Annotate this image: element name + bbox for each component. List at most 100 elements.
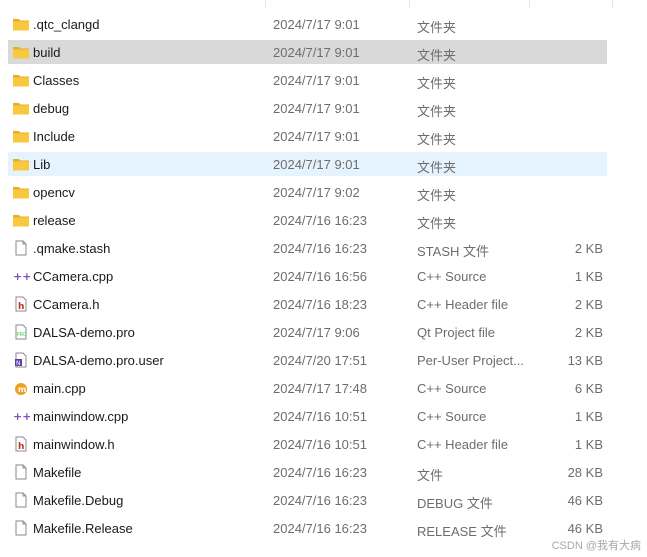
cpp-main-icon: m bbox=[12, 380, 30, 396]
user-project-icon: N bbox=[12, 352, 30, 368]
file-type: 文件夹 bbox=[417, 188, 457, 203]
file-type: C++ Header file bbox=[417, 437, 509, 452]
qt-project-icon: PRO bbox=[12, 324, 30, 340]
cpp-source-icon: ++ bbox=[12, 268, 31, 284]
file-type: 文件夹 bbox=[417, 132, 457, 147]
file-row[interactable]: PRO DALSA-demo.pro 2024/7/17 9:06 Qt Projec… bbox=[0, 320, 647, 344]
file-row[interactable]: build 2024/7/17 9:01 文件夹 bbox=[0, 40, 647, 64]
file-type: 文件 bbox=[417, 468, 444, 483]
file-date: 2024/7/16 16:23 bbox=[273, 213, 367, 228]
file-size: 13 KB bbox=[567, 353, 603, 368]
file-date: 2024/7/16 16:23 bbox=[273, 493, 367, 508]
svg-text:N: N bbox=[16, 360, 21, 367]
file-type: 文件夹 bbox=[417, 216, 457, 231]
file-row[interactable]: m main.cpp 2024/7/17 17:48 C++ Source 6 KB bbox=[0, 376, 647, 400]
file-date: 2024/7/17 9:01 bbox=[273, 157, 360, 172]
file-date: 2024/7/16 16:56 bbox=[273, 269, 367, 284]
folder-icon bbox=[12, 72, 30, 88]
file-date: 2024/7/17 17:48 bbox=[273, 381, 367, 396]
file-row[interactable]: Makefile.Release 2024/7/16 16:23 RELEASE 文… bbox=[0, 516, 647, 540]
file-name: main.cpp bbox=[33, 381, 86, 396]
file-row[interactable]: ++ CCamera.cpp 2024/7/16 16:56 C++ Source 1 … bbox=[0, 264, 647, 288]
file-date: 2024/7/17 9:01 bbox=[273, 129, 360, 144]
file-name: Lib bbox=[33, 157, 51, 172]
file-type: 文件夹 bbox=[417, 76, 457, 91]
cpp-header-icon: h bbox=[12, 436, 30, 452]
file-size: 2 KB bbox=[574, 241, 603, 256]
file-name: Include bbox=[33, 129, 75, 144]
file-date: 2024/7/17 9:01 bbox=[273, 101, 360, 116]
file-date: 2024/7/16 10:51 bbox=[273, 409, 367, 424]
file-date: 2024/7/17 9:06 bbox=[273, 325, 360, 340]
file-row[interactable]: h mainwindow.h 2024/7/16 10:51 C++ Header f… bbox=[0, 432, 647, 456]
svg-text:++: ++ bbox=[13, 410, 30, 423]
file-type: C++ Source bbox=[417, 269, 487, 284]
file-date: 2024/7/17 9:01 bbox=[273, 45, 360, 60]
file-date: 2024/7/16 16:23 bbox=[273, 521, 367, 536]
file-size: 2 KB bbox=[574, 297, 603, 312]
file-icon bbox=[12, 492, 30, 508]
file-size: 1 KB bbox=[574, 269, 603, 284]
file-type: 文件夹 bbox=[417, 20, 457, 35]
file-name: debug bbox=[33, 101, 70, 116]
cpp-source-icon: ++ bbox=[12, 408, 31, 424]
file-name: release bbox=[33, 213, 76, 228]
file-size: 6 KB bbox=[574, 381, 603, 396]
file-row[interactable]: debug 2024/7/17 9:01 文件夹 bbox=[0, 96, 647, 120]
file-name: opencv bbox=[33, 185, 75, 200]
file-type: STASH 文件 bbox=[417, 244, 489, 259]
folder-icon bbox=[12, 16, 30, 32]
svg-text:m: m bbox=[18, 385, 26, 394]
file-name: DALSA-demo.pro bbox=[33, 325, 135, 340]
file-date: 2024/7/16 16:23 bbox=[273, 465, 367, 480]
file-row[interactable]: Include 2024/7/17 9:01 文件夹 bbox=[0, 124, 647, 148]
svg-text:h: h bbox=[18, 442, 24, 452]
file-type: DEBUG 文件 bbox=[417, 496, 493, 511]
file-type: RELEASE 文件 bbox=[417, 524, 507, 539]
file-date: 2024/7/17 9:01 bbox=[273, 73, 360, 88]
file-type: Per-User Project... bbox=[417, 353, 524, 368]
file-row[interactable]: Makefile 2024/7/16 16:23 文件 28 KB bbox=[0, 460, 647, 484]
file-name: DALSA-demo.pro.user bbox=[33, 353, 164, 368]
file-row[interactable]: N DALSA-demo.pro.user 2024/7/20 17:51 Per-U… bbox=[0, 348, 647, 372]
file-row[interactable]: .qmake.stash 2024/7/16 16:23 STASH 文件 2 KB bbox=[0, 236, 647, 260]
watermark: CSDN @我有大病 bbox=[551, 540, 641, 552]
file-type: C++ Source bbox=[417, 381, 487, 396]
file-row[interactable]: h CCamera.h 2024/7/16 18:23 C++ Header file… bbox=[0, 292, 647, 316]
svg-text:h: h bbox=[18, 302, 24, 312]
folder-icon bbox=[12, 212, 30, 228]
file-name: .qmake.stash bbox=[33, 241, 111, 256]
file-name: Classes bbox=[33, 73, 80, 88]
file-icon bbox=[12, 464, 30, 480]
file-name: mainwindow.h bbox=[33, 437, 115, 452]
file-list: .qtc_clangd 2024/7/17 9:01 文件夹 build 2024/7/… bbox=[0, 12, 647, 544]
file-row[interactable]: Makefile.Debug 2024/7/16 16:23 DEBUG 文件 46 … bbox=[0, 488, 647, 512]
file-size: 46 KB bbox=[567, 493, 603, 508]
svg-text:PRO: PRO bbox=[17, 332, 27, 338]
folder-icon bbox=[12, 44, 30, 60]
file-name: mainwindow.cpp bbox=[33, 409, 129, 424]
file-type: 文件夹 bbox=[417, 48, 457, 63]
file-size: 28 KB bbox=[567, 465, 603, 480]
folder-icon bbox=[12, 156, 30, 172]
folder-icon bbox=[12, 128, 30, 144]
file-type: 文件夹 bbox=[417, 104, 457, 119]
file-row[interactable]: opencv 2024/7/17 9:02 文件夹 bbox=[0, 180, 647, 204]
file-name: CCamera.h bbox=[33, 297, 100, 312]
file-icon bbox=[12, 520, 30, 536]
file-row[interactable]: Lib 2024/7/17 9:01 文件夹 bbox=[0, 152, 647, 176]
file-date: 2024/7/16 10:51 bbox=[273, 437, 367, 452]
file-icon bbox=[12, 240, 30, 256]
file-size: 46 KB bbox=[567, 521, 603, 536]
file-date: 2024/7/16 18:23 bbox=[273, 297, 367, 312]
file-row[interactable]: ++ mainwindow.cpp 2024/7/16 10:51 C++ Sourc… bbox=[0, 404, 647, 428]
file-name: CCamera.cpp bbox=[33, 269, 114, 284]
file-type: Qt Project file bbox=[417, 325, 496, 340]
file-row[interactable]: release 2024/7/16 16:23 文件夹 bbox=[0, 208, 647, 232]
file-size: 2 KB bbox=[574, 325, 603, 340]
file-date: 2024/7/17 9:02 bbox=[273, 185, 360, 200]
file-row[interactable]: .qtc_clangd 2024/7/17 9:01 文件夹 bbox=[0, 12, 647, 36]
file-type: 文件夹 bbox=[417, 160, 457, 175]
file-date: 2024/7/20 17:51 bbox=[273, 353, 367, 368]
file-row[interactable]: Classes 2024/7/17 9:01 文件夹 bbox=[0, 68, 647, 92]
